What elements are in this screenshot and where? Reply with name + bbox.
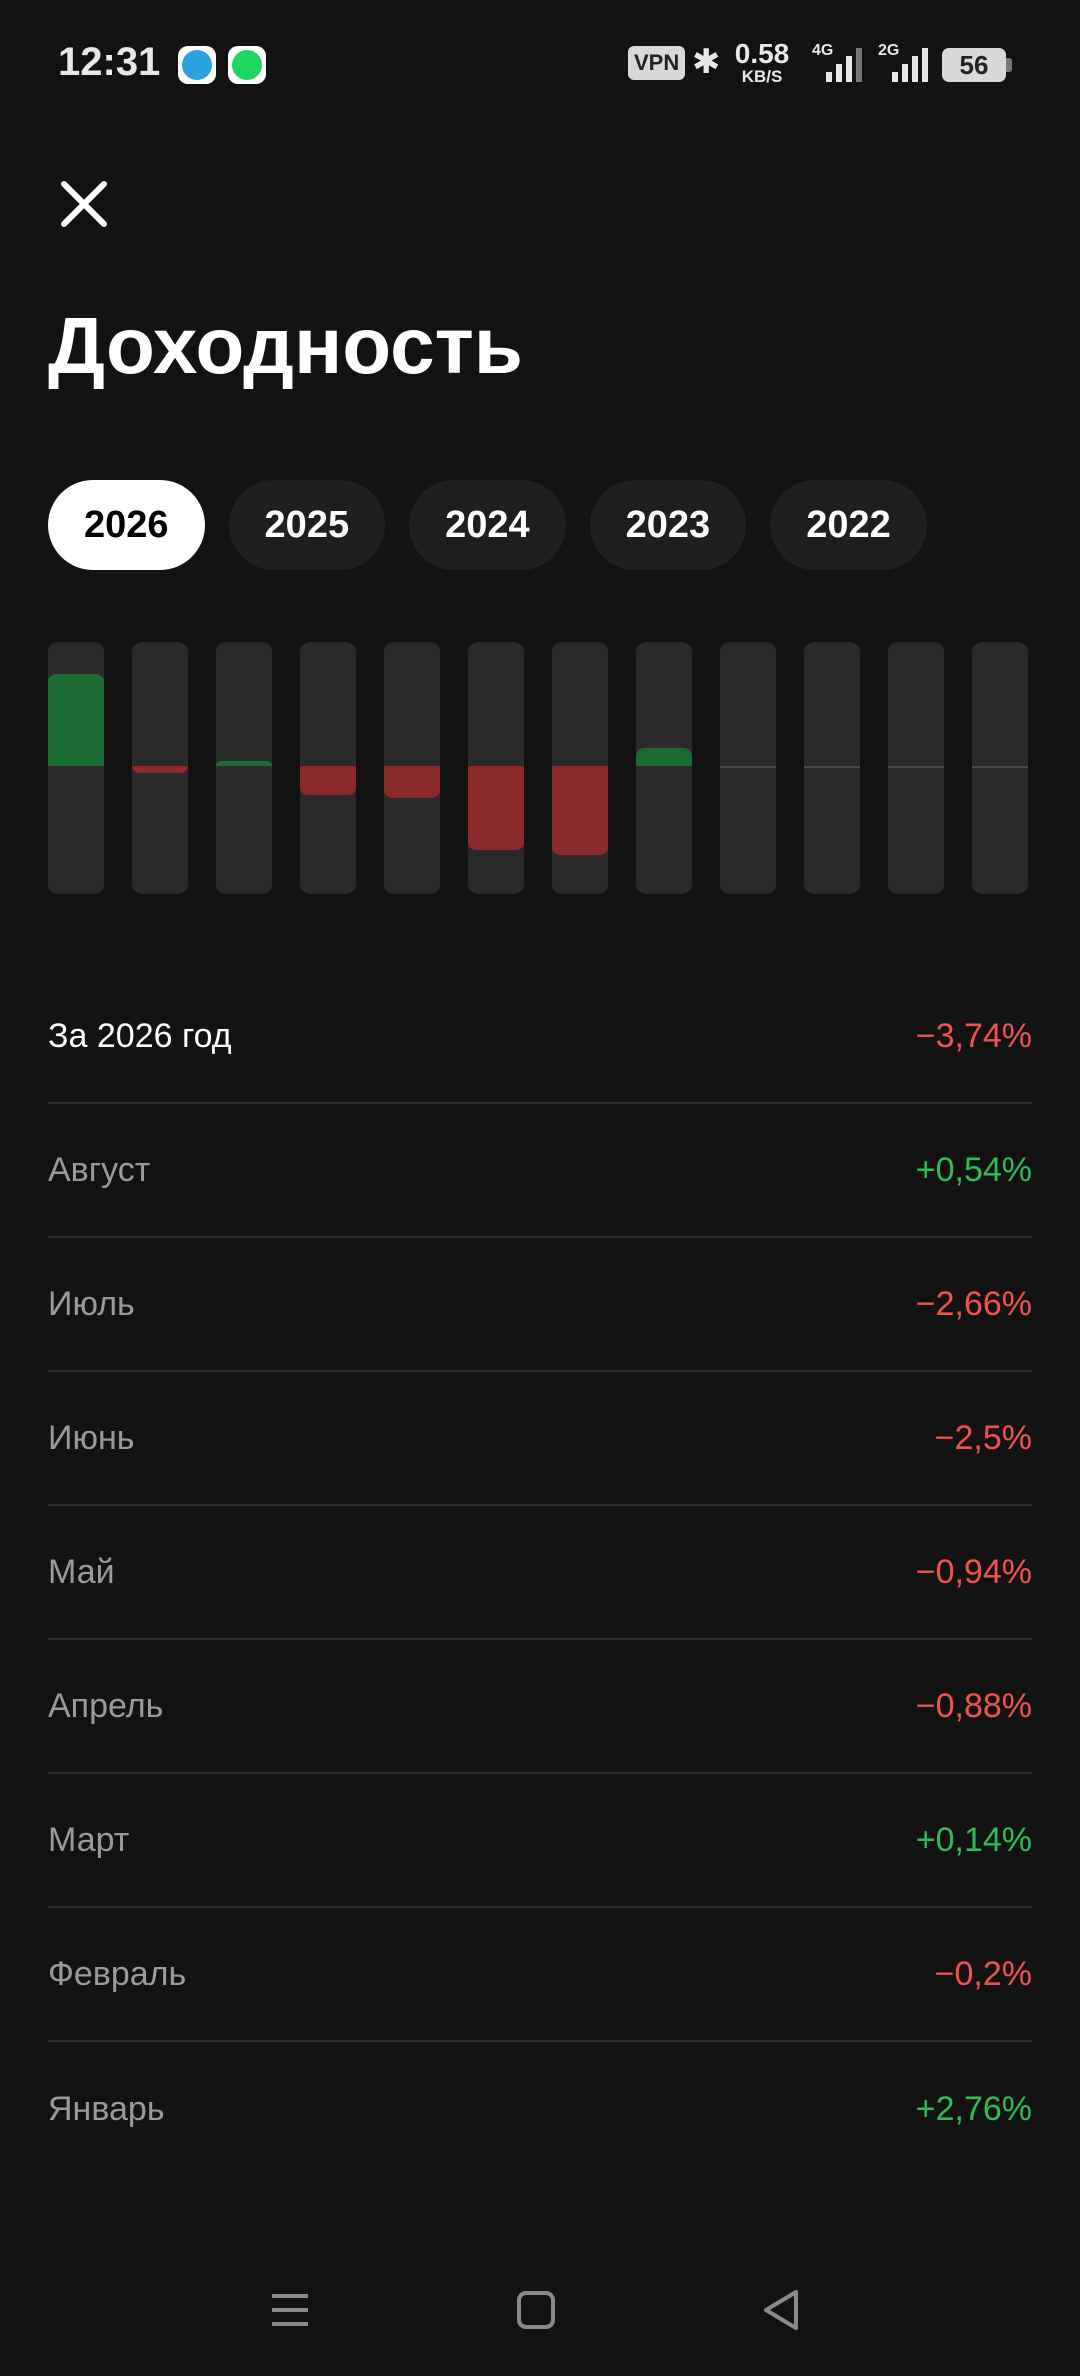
chart-bar-track: [300, 642, 356, 894]
chart-bar-track: [48, 642, 104, 894]
chart-bar-track: [888, 642, 944, 894]
recent-apps-button[interactable]: [260, 2280, 320, 2340]
month-value: −2,5%: [934, 1418, 1032, 1457]
chart-bar-track: [804, 642, 860, 894]
monthly-returns-chart: [48, 642, 1028, 894]
home-square-icon: [517, 2291, 555, 2329]
back-triangle-icon: [764, 2290, 798, 2330]
tab-year-2026[interactable]: 2026: [48, 480, 205, 570]
month-row: Июль −2,66%: [48, 1238, 1032, 1372]
returns-list: За 2026 год −3,74% Август +0,54% Июль −2…: [48, 970, 1032, 2176]
tab-year-2025[interactable]: 2025: [228, 480, 386, 570]
chart-bar: [132, 766, 188, 773]
back-button[interactable]: [752, 2280, 812, 2340]
chart-bar: [468, 766, 524, 850]
system-nav-bar: [0, 2250, 1080, 2376]
signal-4g-label: 4G: [812, 42, 834, 59]
month-label: Июль: [48, 1284, 135, 1323]
month-value: −0,94%: [915, 1552, 1032, 1591]
home-button[interactable]: [506, 2280, 566, 2340]
chart-bar: [384, 766, 440, 798]
month-row: Январь +2,76%: [48, 2042, 1032, 2176]
menu-icon: [272, 2294, 308, 2326]
year-total-row: За 2026 год −3,74%: [48, 970, 1032, 1104]
tab-year-2023[interactable]: 2023: [589, 480, 747, 570]
month-value: +0,54%: [915, 1150, 1032, 1189]
network-speed-unit: KB/S: [741, 67, 783, 86]
chart-bar: [48, 673, 104, 766]
battery-tip: [1006, 58, 1012, 72]
chart-bar-track: [468, 642, 524, 894]
month-row: Июнь −2,5%: [48, 1372, 1032, 1506]
chart-bar-track: [972, 642, 1028, 894]
signal-2g-icon: 2G: [878, 42, 930, 82]
bluetooth-icon: ✱: [692, 43, 721, 81]
chart-zero-line: [804, 766, 860, 768]
month-row: Август +0,54%: [48, 1104, 1032, 1238]
month-label: Июнь: [48, 1418, 135, 1457]
telegram-icon: [178, 46, 216, 84]
month-row: Февраль −0,2%: [48, 1908, 1032, 2042]
signal-4g-icon: 4G: [812, 42, 864, 82]
spotify-icon: [228, 46, 266, 84]
chart-bar-track: [384, 642, 440, 894]
chart-zero-line: [972, 766, 1028, 768]
network-speed-value: 0.58: [734, 38, 790, 69]
month-row: Апрель −0,88%: [48, 1640, 1032, 1774]
tab-year-2022[interactable]: 2022: [770, 480, 927, 570]
chart-bar-track: [552, 642, 608, 894]
battery-icon: 56: [942, 48, 1006, 82]
year-total-label: За 2026 год: [48, 1016, 232, 1055]
network-speed: 0.58 KB/S: [732, 38, 792, 86]
signal-2g-label: 2G: [878, 42, 900, 59]
month-label: Январь: [48, 2089, 165, 2128]
month-label: Август: [48, 1150, 151, 1189]
page-title: Доходность: [48, 301, 523, 390]
month-label: Февраль: [48, 1954, 187, 1993]
chart-bar-track: [216, 642, 272, 894]
chart-bar-track: [636, 642, 692, 894]
close-icon: [61, 181, 107, 227]
month-row: Май −0,94%: [48, 1506, 1032, 1640]
month-value: −0,2%: [934, 1954, 1032, 1993]
chart-bar: [636, 747, 692, 766]
chart-bar: [552, 766, 608, 856]
chart-zero-line: [888, 766, 944, 768]
month-value: −2,66%: [915, 1284, 1032, 1323]
status-bar: 12:31 VPN ✱ 0.58 KB/S 4G 2G 56: [0, 0, 1080, 128]
chart-bar: [300, 766, 356, 796]
year-total-value: −3,74%: [915, 1016, 1032, 1055]
tab-year-2024[interactable]: 2024: [409, 480, 566, 570]
vpn-badge: VPN: [628, 46, 686, 80]
chart-bar-track: [132, 642, 188, 894]
month-label: Апрель: [48, 1686, 164, 1725]
battery-level: 56: [959, 50, 989, 80]
status-time: 12:31: [58, 40, 161, 84]
chart-bar: [216, 761, 272, 766]
month-value: +2,76%: [915, 2089, 1032, 2128]
year-tabs: 2026 2025 2024 2023 2022: [48, 480, 927, 570]
month-value: −0,88%: [915, 1686, 1032, 1725]
chart-bar-track: [720, 642, 776, 894]
month-value: +0,14%: [915, 1820, 1032, 1859]
month-label: Март: [48, 1820, 130, 1859]
close-button[interactable]: [52, 172, 116, 236]
month-row: Март +0,14%: [48, 1774, 1032, 1908]
chart-zero-line: [720, 766, 776, 768]
month-label: Май: [48, 1552, 115, 1591]
